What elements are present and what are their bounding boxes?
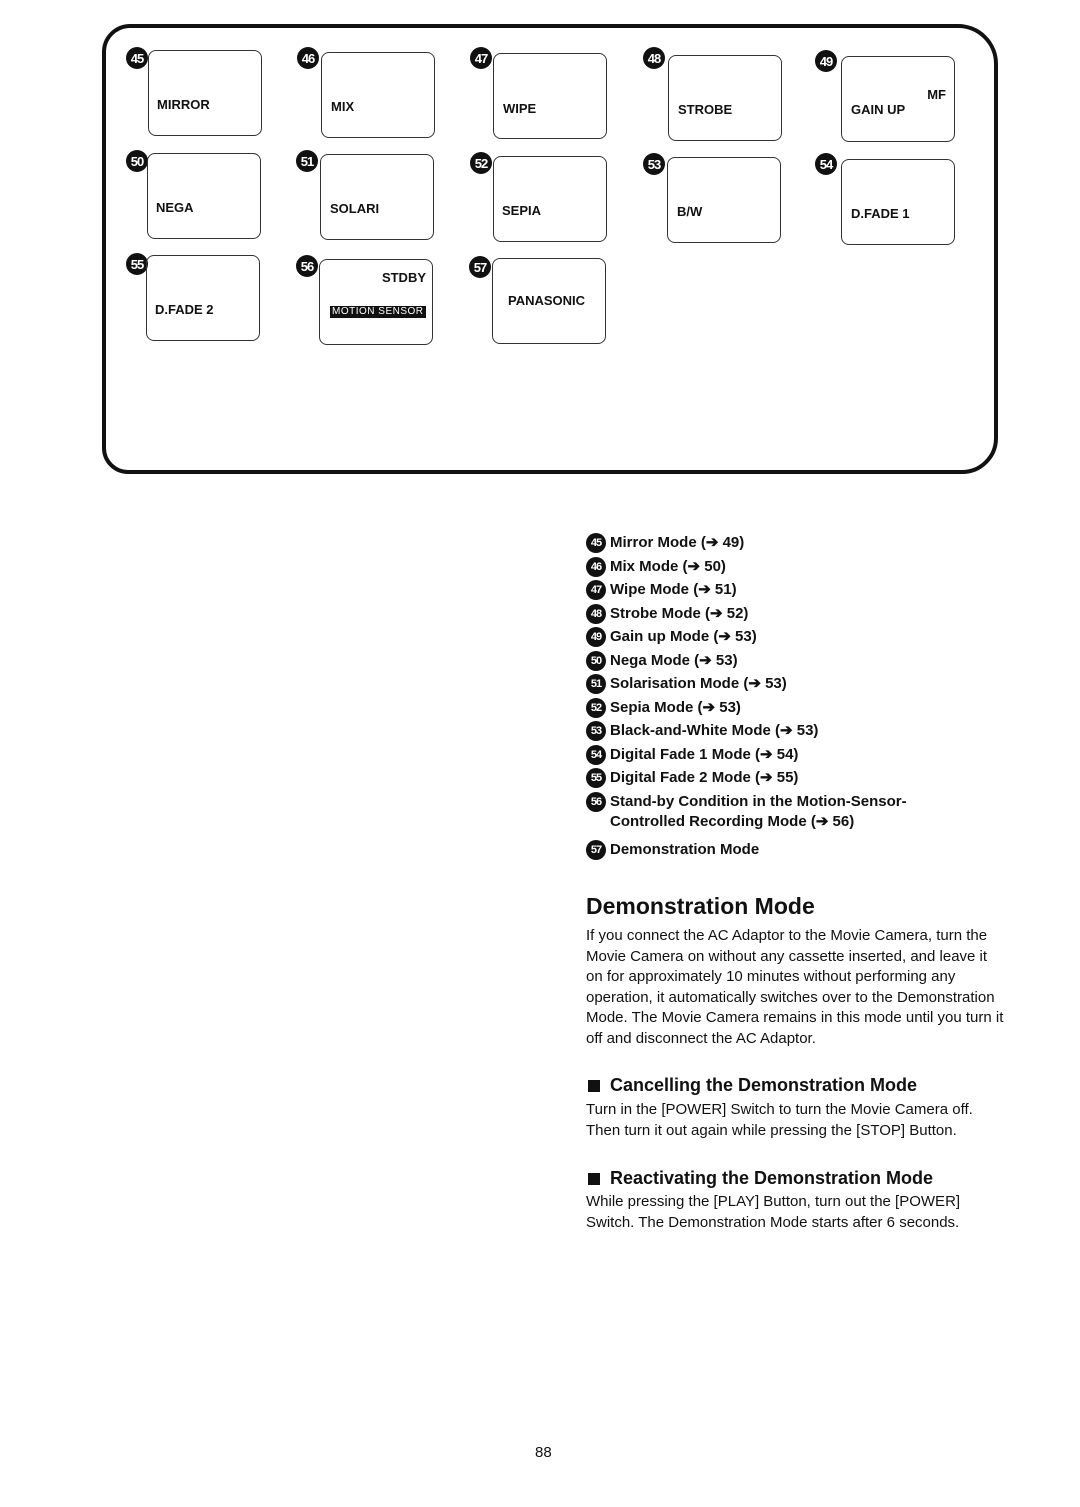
number-badge-icon: 55	[586, 768, 606, 788]
screen-label: STROBE	[678, 102, 733, 117]
number-badge-icon: 51	[586, 674, 606, 694]
legend-item: 45 Mirror Mode (➔ 49)	[586, 530, 1006, 554]
stdby-label: STDBY	[381, 270, 426, 285]
legend-text: Black-and-White Mode (➔ 53)	[610, 722, 819, 739]
cancel-paragraph: Turn in the [POWER] Switch to turn the M…	[586, 1101, 973, 1139]
number-badge-icon: 52	[586, 697, 606, 718]
legend-text: Solarisation Mode (➔ 53)	[610, 675, 787, 692]
badge-57: 57	[469, 256, 491, 278]
screen-label: MIX	[331, 99, 355, 114]
number-badge-icon: 46	[586, 556, 606, 577]
screen-label: D.FADE 2	[155, 302, 214, 317]
reactivate-heading-text: Reactivating the Demonstration Mode	[610, 1168, 934, 1188]
badge-56: 56	[296, 255, 318, 277]
mf-indicator: MF	[927, 87, 946, 102]
screen-solari: SOLARI	[320, 154, 434, 240]
legend-item: 54 Digital Fade 1 Mode (➔ 54)	[586, 742, 1006, 766]
screen-nega: NEGA	[147, 153, 261, 239]
legend-item: 46 Mix Mode (➔ 50)	[586, 554, 1006, 578]
reactivate-paragraph: While pressing the [PLAY] Button, turn o…	[586, 1193, 961, 1231]
screen-label: GAIN UP	[851, 102, 906, 117]
screen-gain-up: MF GAIN UP	[841, 56, 955, 142]
legend-item: 48 Strobe Mode (➔ 52)	[586, 601, 1006, 625]
screen-dfade1: D.FADE 1	[841, 159, 955, 245]
legend-text: Demonstration Mode	[610, 840, 760, 858]
screen-label: NEGA	[156, 200, 194, 215]
legend-item: 56 Stand-by Condition in the Motion-Senso…	[586, 789, 1006, 833]
screen-label: D.FADE 1	[851, 206, 910, 221]
screen-strobe: STROBE	[668, 55, 782, 141]
badge-55: 55	[126, 253, 148, 275]
number-badge-icon: 48	[586, 603, 606, 624]
screen-dfade2: D.FADE 2	[146, 255, 260, 341]
number-badge-icon: 47	[586, 580, 606, 600]
badge-51: 51	[296, 150, 318, 172]
screen-label: WIPE	[503, 101, 537, 116]
badge-47: 47	[470, 47, 492, 69]
legend-text: Digital Fade 1 Mode (➔ 54)	[610, 745, 799, 763]
legend-text: Stand-by Condition in the Motion-Sensor-…	[610, 792, 907, 831]
legend-text: Sepia Mode (➔ 53)	[610, 698, 741, 716]
screen-wipe: WIPE	[493, 53, 607, 139]
badge-54: 54	[815, 153, 837, 175]
screen-label: PANASONIC	[508, 293, 586, 308]
reactivate-heading: Reactivating the Demonstration Mode	[588, 1168, 933, 1189]
screen-bw: B/W	[667, 157, 781, 243]
legend-item: 51 Solarisation Mode (➔ 53)	[586, 671, 1006, 695]
number-badge-icon: 57	[586, 839, 606, 860]
screen-panasonic: PANASONIC	[492, 258, 606, 344]
legend-text: Gain up Mode (➔ 53)	[610, 628, 757, 645]
screen-sepia: SEPIA	[493, 156, 607, 242]
number-badge-icon: 49	[586, 627, 606, 647]
number-badge-icon: 56	[586, 791, 606, 812]
cancel-heading-text: Cancelling the Demonstration Mode	[610, 1075, 918, 1095]
screen-label: SOLARI	[330, 201, 380, 216]
mode-legend-list: 45 Mirror Mode (➔ 49) 46 Mix Mode (➔ 50) 47 W…	[586, 530, 1006, 860]
screen-label: SEPIA	[502, 203, 542, 218]
legend-item: 50 Nega Mode (➔ 53)	[586, 648, 1006, 672]
legend-text: Digital Fade 2 Mode (➔ 55)	[610, 769, 799, 786]
badge-50: 50	[126, 150, 148, 172]
badge-53: 53	[643, 153, 665, 175]
screen-mirror: MIRROR	[148, 50, 262, 136]
legend-text: Strobe Mode (➔ 52)	[610, 604, 749, 622]
number-badge-icon: 45	[586, 533, 606, 553]
cancel-heading: Cancelling the Demonstration Mode	[588, 1075, 917, 1096]
legend-item: 53 Black-and-White Mode (➔ 53)	[586, 718, 1006, 742]
legend-item: 55 Digital Fade 2 Mode (➔ 55)	[586, 765, 1006, 789]
number-badge-icon: 50	[586, 650, 606, 671]
legend-item: 49 Gain up Mode (➔ 53)	[586, 624, 1006, 648]
section-title: Demonstration Mode	[586, 893, 815, 919]
badge-45: 45	[126, 47, 148, 69]
screen-stdby: STDBY MOTION SENSOR	[319, 259, 433, 345]
screen-label: B/W	[677, 204, 703, 219]
badge-46: 46	[297, 47, 319, 69]
motion-sensor-indicator: MOTION SENSOR	[330, 306, 426, 318]
number-badge-icon: 54	[586, 744, 606, 765]
legend-text: Wipe Mode (➔ 51)	[610, 581, 737, 598]
screen-label: MIRROR	[157, 97, 210, 112]
legend-text: Mix Mode (➔ 50)	[610, 557, 726, 575]
screen-mix: MIX	[321, 52, 435, 138]
number-badge-icon: 53	[586, 721, 606, 741]
badge-49: 49	[815, 50, 837, 72]
badge-48: 48	[643, 47, 665, 69]
legend-text: Mirror Mode (➔ 49)	[610, 534, 745, 551]
page-number: 88	[535, 1444, 552, 1461]
legend-item: 57 Demonstration Mode	[586, 837, 1006, 861]
bullet-square-icon	[588, 1172, 600, 1185]
badge-52: 52	[470, 152, 492, 174]
legend-text: Nega Mode (➔ 53)	[610, 651, 738, 669]
bullet-square-icon	[588, 1079, 600, 1092]
legend-item: 52 Sepia Mode (➔ 53)	[586, 695, 1006, 719]
legend-item: 47 Wipe Mode (➔ 51)	[586, 577, 1006, 601]
intro-paragraph: If you connect the AC Adaptor to the Mov…	[586, 927, 1004, 1047]
